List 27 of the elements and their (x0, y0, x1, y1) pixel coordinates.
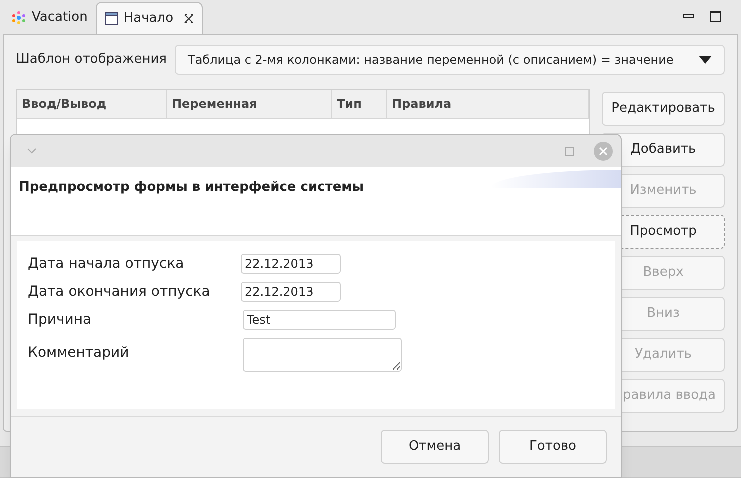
dialog-button[interactable]: Готово (499, 430, 607, 464)
column-header[interactable]: Тип (332, 90, 387, 118)
column-header[interactable]: Ввод/Вывод (17, 90, 167, 118)
field-label: Дата начала отпуска (28, 255, 186, 274)
maximize-icon[interactable] (710, 11, 721, 22)
window-icon (104, 12, 118, 25)
field-label: Комментарий (28, 344, 130, 363)
template-label: Шаблон отображения (16, 51, 167, 70)
close-icon[interactable] (184, 14, 194, 24)
input-field[interactable]: 22.12.2013 (241, 282, 341, 302)
input-field[interactable]: 22.12.2013 (241, 254, 341, 274)
tab[interactable]: Vacation (4, 2, 96, 34)
action-button[interactable]: Редактировать (602, 92, 725, 126)
minimize-icon[interactable] (683, 14, 694, 19)
comment-field[interactable] (243, 338, 402, 372)
dialog-button[interactable]: Отмена (381, 430, 489, 464)
dots-icon (12, 11, 26, 25)
field-label: Причина (28, 311, 93, 330)
column-header[interactable]: Переменная (167, 90, 332, 118)
dropdown-arrow-icon (699, 56, 712, 64)
input-field[interactable]: Test (243, 310, 396, 330)
column-header[interactable]: Правила (387, 90, 589, 118)
tab[interactable]: Начало (96, 2, 203, 34)
dialog-heading: Предпросмотр формы в интерфейсе системы (18, 179, 364, 197)
chevron-down-icon[interactable] (27, 148, 37, 154)
field-label: Дата окончания отпуска (28, 283, 212, 302)
template-dropdown[interactable]: Таблица с 2-мя колонками: название переменной (с описанием) = значение (174, 45, 725, 75)
